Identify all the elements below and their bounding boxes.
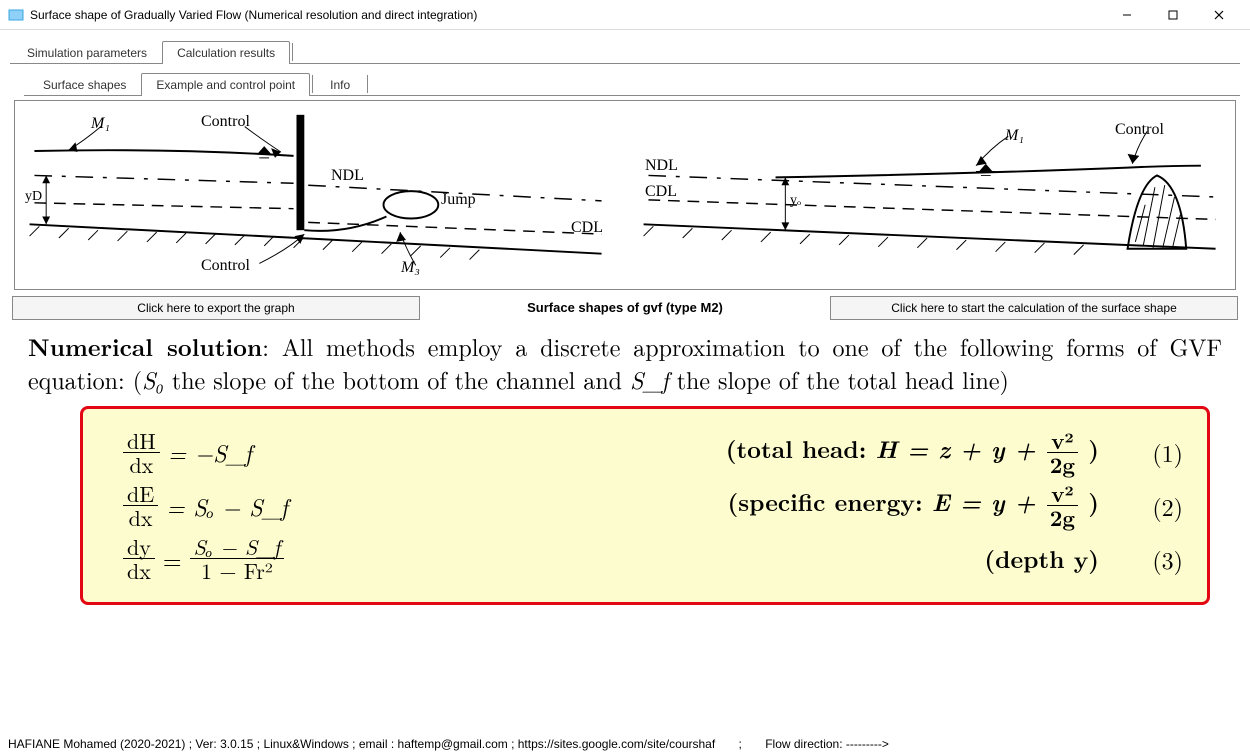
tab-separator: [367, 75, 368, 93]
status-sep: ;: [739, 737, 742, 751]
equation-1: dHdx = −S_f (total head: H = z + y + v²2…: [123, 429, 1183, 476]
diagram-label-m1-r: M₁: [1005, 127, 1024, 145]
eq2-lhs-bot: dx: [125, 506, 157, 529]
tabs-sub: Surface shapes Example and control point…: [0, 70, 1250, 96]
action-bar: Click here to export the graph Surface s…: [12, 296, 1238, 320]
numerical-solution-text: Numerical solution: All methods employ a…: [28, 330, 1222, 396]
tab-info[interactable]: Info: [315, 73, 365, 96]
eq2-num: (2): [1123, 489, 1183, 523]
app-icon: [8, 7, 24, 23]
eq1-desc-core: H = z + y +: [876, 431, 1046, 466]
eq1-vfrac-bot: 2g: [1046, 453, 1079, 476]
diagram-label-cdl: CDL: [571, 219, 603, 237]
eq2-desc-prefix: (specific energy:: [728, 485, 932, 519]
equation-3: dydx = Sₒ − S_f1 − Fr² (depth y) (3): [123, 535, 1183, 582]
eq2-rhs: = Sₒ − S_f: [166, 489, 288, 523]
tab-example-control-point[interactable]: Example and control point: [141, 73, 310, 96]
eq3-desc: (depth y): [984, 542, 1099, 576]
tab-calculation-results[interactable]: Calculation results: [162, 41, 290, 64]
diagram-label-control-r: Control: [1115, 121, 1164, 139]
tabs-main: Simulation parameters Calculation result…: [0, 36, 1250, 64]
tab-separator: [312, 75, 313, 93]
explanation-sf: S_f: [630, 362, 669, 396]
eq1-desc-suffix: ): [1088, 432, 1099, 466]
eq1-desc-prefix: (total head:: [726, 432, 876, 466]
export-graph-button[interactable]: Click here to export the graph: [12, 296, 420, 320]
diagram-label-cdl-r: CDL: [645, 183, 677, 201]
diagram-label-ndl: NDL: [331, 167, 364, 185]
tab-surface-shapes[interactable]: Surface shapes: [28, 73, 141, 96]
diagram-label-ndl-r: NDL: [645, 157, 678, 175]
explanation-body3: the slope of the total head line): [669, 362, 1009, 396]
status-author: HAFIANE Mohamed (2020-2021) ; Ver: 3.0.1…: [8, 737, 715, 751]
eq2-desc-suffix: ): [1088, 485, 1099, 519]
diagram-label-jump: Jump: [441, 191, 476, 209]
explanation-heading: Numerical solution: [28, 330, 262, 364]
eq3-rhs-bot: 1 − Fr²: [197, 559, 277, 582]
eq3-lhs-bot: dx: [123, 559, 155, 582]
tab-simulation-parameters[interactable]: Simulation parameters: [12, 41, 162, 64]
status-flow-arrow: --------->: [846, 737, 889, 751]
close-button[interactable]: [1196, 0, 1242, 30]
window-title: Surface shape of Gradually Varied Flow (…: [30, 8, 1104, 22]
start-calculation-button[interactable]: Click here to start the calculation of t…: [830, 296, 1238, 320]
window-controls: [1104, 0, 1242, 30]
eq3-eq: =: [163, 542, 182, 576]
eq1-rhs: = −S_f: [168, 435, 252, 469]
surface-shape-type-label: Surface shapes of gvf (type M2): [428, 296, 822, 320]
tab-separator: [292, 43, 293, 61]
diagram-label-yd: yD: [25, 189, 42, 205]
status-flow-label: Flow direction:: [765, 737, 842, 751]
diagram-left: M₁ Control NDL CDL Jump Control M₃ yD: [21, 107, 615, 283]
diagram-right: NDL CDL M₁ Control yₒ: [635, 107, 1229, 283]
diagram-label-control-bottom: Control: [201, 257, 250, 275]
equation-2: dEdx = Sₒ − S_f (specific energy: E = y …: [123, 482, 1183, 529]
eq3-num: (3): [1123, 542, 1183, 576]
eq2-vfrac-bot: 2g: [1046, 506, 1079, 529]
diagram-label-m3: M₃: [401, 259, 420, 277]
diagram-label-yo: yₒ: [790, 193, 801, 209]
eq1-lhs-bot: dx: [125, 453, 157, 476]
status-bar: HAFIANE Mohamed (2020-2021) ; Ver: 3.0.1…: [0, 733, 1250, 755]
minimize-button[interactable]: [1104, 0, 1150, 30]
maximize-button[interactable]: [1150, 0, 1196, 30]
diagram-label-m1: M₁: [91, 115, 110, 133]
equations-box: dHdx = −S_f (total head: H = z + y + v²2…: [80, 406, 1210, 606]
eq2-desc-core: E = y +: [932, 484, 1046, 519]
diagram-label-control-top: Control: [201, 113, 250, 131]
explanation-body2: the slope of the bottom of the channel a…: [164, 362, 630, 396]
eq1-num: (1): [1123, 435, 1183, 469]
diagram-panel: M₁ Control NDL CDL Jump Control M₃ yD: [14, 100, 1236, 290]
explanation-s0: S₀: [142, 362, 164, 396]
titlebar: Surface shape of Gradually Varied Flow (…: [0, 0, 1250, 30]
